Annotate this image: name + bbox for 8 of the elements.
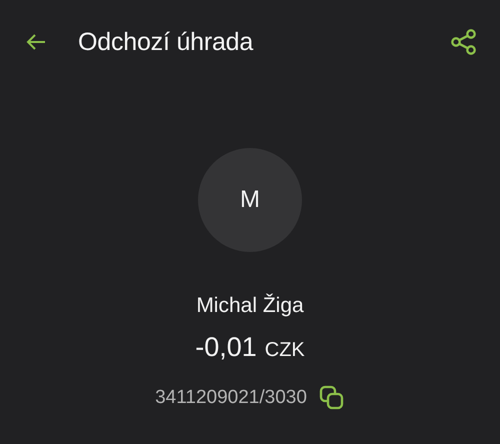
screen-title: Odchozí úhrada	[78, 28, 254, 56]
avatar: M	[198, 148, 302, 252]
copy-icon[interactable]	[318, 385, 345, 411]
share-icon[interactable]	[450, 28, 478, 56]
recipient-name: Michal Žiga	[196, 294, 304, 318]
amount: -0,01	[195, 332, 257, 363]
currency: CZK	[264, 339, 305, 362]
account-number: 3411209021/3030	[155, 387, 307, 409]
